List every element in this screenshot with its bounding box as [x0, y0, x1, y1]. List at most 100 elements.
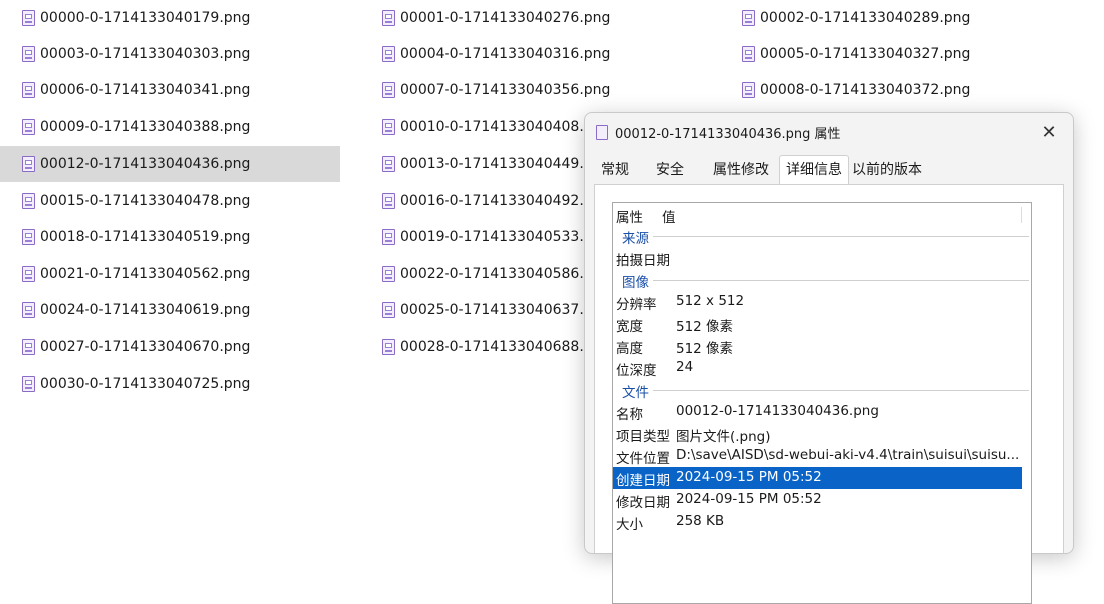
png-file-icon	[22, 339, 35, 355]
file-item[interactable]: 00015-0-1714133040478.png	[0, 183, 340, 219]
file-item[interactable]: 00006-0-1714133040341.png	[0, 72, 340, 108]
file-name: 00019-0-1714133040533.pr	[400, 229, 584, 245]
file-name: 00004-0-1714133040316.png	[400, 46, 611, 62]
png-file-icon	[742, 82, 755, 98]
row-resolution[interactable]: 分辨率 512 x 512	[613, 291, 1031, 313]
file-item[interactable]: 00024-0-1714133040619.png	[0, 292, 340, 328]
file-item[interactable]: 00018-0-1714133040519.png	[0, 219, 340, 255]
tab-details[interactable]: 详细信息	[779, 155, 849, 185]
file-item[interactable]: 00022-0-1714133040586.pr	[360, 256, 584, 292]
file-name: 00006-0-1714133040341.png	[40, 82, 251, 98]
tab-general[interactable]: 常规	[601, 157, 629, 184]
row-value: 2024-09-15 PM 05:52	[676, 469, 822, 485]
png-file-icon	[382, 119, 395, 135]
file-name: 00005-0-1714133040327.png	[760, 46, 971, 62]
row-key: 名称	[616, 407, 643, 423]
row-date-taken[interactable]: 拍摄日期	[613, 247, 1031, 269]
png-file-icon	[382, 46, 395, 62]
file-item[interactable]: 00028-0-1714133040688.pr	[360, 329, 584, 365]
header-value[interactable]: 值	[662, 206, 676, 226]
group-divider	[653, 390, 1029, 391]
group-label: 来源	[622, 231, 649, 247]
file-item[interactable]: 00008-0-1714133040372.png	[720, 72, 1060, 108]
file-name: 00007-0-1714133040356.png	[400, 82, 611, 98]
file-item[interactable]: 00007-0-1714133040356.png	[360, 72, 700, 108]
close-button[interactable]: ✕	[1035, 119, 1063, 145]
file-item[interactable]: 00010-0-1714133040408.pr	[360, 109, 584, 145]
png-file-icon	[382, 302, 395, 318]
row-value: 24	[676, 359, 694, 375]
list-header: 属性 值	[613, 203, 1031, 226]
row-bit-depth[interactable]: 位深度 24	[613, 357, 1031, 379]
file-item[interactable]: 00021-0-1714133040562.png	[0, 256, 340, 292]
png-file-icon	[22, 193, 35, 209]
group-file: 文件	[613, 379, 1031, 401]
tab-previous-versions[interactable]: 以前的版本	[852, 157, 922, 184]
file-item[interactable]: 00009-0-1714133040388.png	[0, 109, 340, 145]
row-height[interactable]: 高度 512 像素	[613, 335, 1031, 357]
property-list[interactable]: 属性 值 来源 拍摄日期 图像 分辨率 512 x 512 宽度 512 像素 …	[612, 202, 1032, 604]
tab-property-edit[interactable]: 属性修改	[713, 157, 769, 184]
png-file-icon	[382, 10, 395, 26]
row-modified[interactable]: 修改日期 2024-09-15 PM 05:52	[613, 489, 1031, 511]
tab-security[interactable]: 安全	[656, 157, 684, 184]
png-file-icon	[382, 193, 395, 209]
png-file-icon	[22, 10, 35, 26]
row-item-type[interactable]: 项目类型 图片文件(.png)	[613, 423, 1031, 445]
file-name: 00027-0-1714133040670.png	[40, 339, 251, 355]
dialog-title-bar[interactable]: 00012-0-1714133040436.png 属性 ✕	[585, 113, 1073, 151]
file-item[interactable]: 00004-0-1714133040316.png	[360, 36, 700, 72]
file-item[interactable]: 00016-0-1714133040492.pr	[360, 183, 584, 219]
row-created-selected[interactable]: 创建日期 2024-09-15 PM 05:52	[613, 467, 1022, 489]
png-file-icon	[22, 229, 35, 245]
group-label: 图像	[622, 275, 649, 291]
file-item[interactable]: 00003-0-1714133040303.png	[0, 36, 340, 72]
row-value: 512 像素	[676, 319, 734, 335]
png-file-icon	[22, 46, 35, 62]
png-file-icon	[22, 376, 35, 392]
png-file-icon	[22, 266, 35, 282]
group-divider	[653, 236, 1029, 237]
row-value: 2024-09-15 PM 05:52	[676, 491, 822, 507]
header-divider	[1021, 207, 1022, 223]
file-item-selected[interactable]: 00012-0-1714133040436.png	[0, 146, 340, 182]
row-location[interactable]: 文件位置 D:\save\AISD\sd-webui-aki-v4.4\trai…	[613, 445, 1031, 467]
file-name: 00025-0-1714133040637.pr	[400, 302, 584, 318]
row-name[interactable]: 名称 00012-0-1714133040436.png	[613, 401, 1031, 423]
group-divider	[653, 280, 1029, 281]
row-width[interactable]: 宽度 512 像素	[613, 313, 1031, 335]
header-property[interactable]: 属性	[616, 206, 643, 226]
row-key: 分辨率	[616, 297, 657, 313]
dialog-title: 00012-0-1714133040436.png 属性	[615, 127, 841, 142]
png-file-icon	[596, 125, 608, 140]
file-item[interactable]: 00025-0-1714133040637.pr	[360, 292, 584, 328]
file-item[interactable]: 00005-0-1714133040327.png	[720, 36, 1060, 72]
file-item[interactable]: 00001-0-1714133040276.png	[360, 0, 700, 36]
file-name: 00002-0-1714133040289.png	[760, 10, 971, 26]
file-name: 00001-0-1714133040276.png	[400, 10, 611, 26]
group-image: 图像	[613, 269, 1031, 291]
file-name: 00021-0-1714133040562.png	[40, 266, 251, 282]
png-file-icon	[742, 46, 755, 62]
file-name: 00008-0-1714133040372.png	[760, 82, 971, 98]
tab-bar: 常规 安全 属性修改 详细信息 以前的版本	[585, 155, 1073, 185]
file-name: 00028-0-1714133040688.pr	[400, 339, 584, 355]
png-file-icon	[22, 119, 35, 135]
file-item[interactable]: 00027-0-1714133040670.png	[0, 329, 340, 365]
close-icon: ✕	[1041, 121, 1057, 143]
file-item[interactable]: 00019-0-1714133040533.pr	[360, 219, 584, 255]
png-file-icon	[382, 156, 395, 172]
png-file-icon	[742, 10, 755, 26]
file-item[interactable]: 00002-0-1714133040289.png	[720, 0, 1060, 36]
row-key: 拍摄日期	[616, 253, 670, 269]
file-name: 00009-0-1714133040388.png	[40, 119, 251, 135]
file-item[interactable]: 00030-0-1714133040725.png	[0, 366, 340, 402]
details-panel: 属性 值 来源 拍摄日期 图像 分辨率 512 x 512 宽度 512 像素 …	[594, 184, 1064, 604]
file-name: 00018-0-1714133040519.png	[40, 229, 251, 245]
file-item[interactable]: 00000-0-1714133040179.png	[0, 0, 340, 36]
file-name: 00003-0-1714133040303.png	[40, 46, 251, 62]
row-value: 512 像素	[676, 341, 734, 357]
row-key: 项目类型	[616, 429, 670, 445]
file-name: 00010-0-1714133040408.pr	[400, 119, 584, 135]
file-item[interactable]: 00013-0-1714133040449.pr	[360, 146, 584, 182]
